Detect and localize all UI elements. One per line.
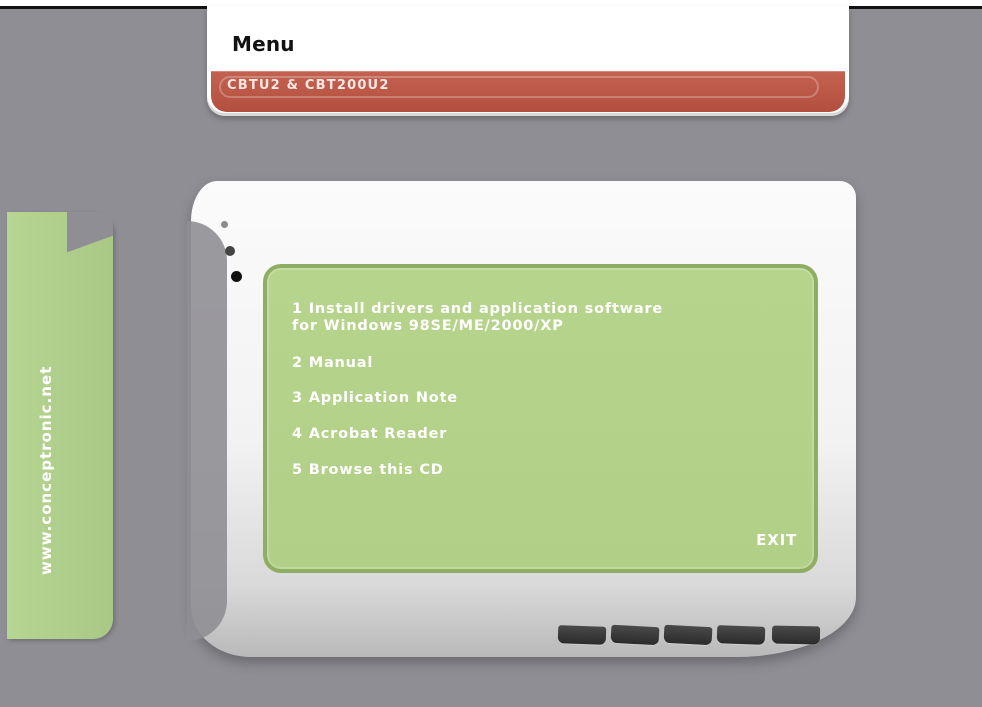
website-url: www.conceptronic.net [37,365,55,575]
device-key [610,624,660,646]
menu-item-browse-cd[interactable]: 5 Browse this CD [292,462,444,479]
indicator-light-icon [221,221,228,228]
menu-screen: 1 Install drivers and application softwa… [263,264,818,573]
model-bar: CBTU2 & CBT200U2 [211,71,845,112]
website-tab: www.conceptronic.net [7,212,113,639]
device-key [771,625,821,645]
device-notch [187,221,227,641]
menu-item-manual[interactable]: 2 Manual [292,355,373,372]
page-title: Menu [232,32,295,56]
menu-item-install-drivers[interactable]: 1 Install drivers and application softwa… [292,301,792,335]
device-key [557,625,607,645]
indicator-light-icon [231,271,242,282]
exit-button[interactable]: EXIT [756,531,797,549]
menu-item-acrobat-reader[interactable]: 4 Acrobat Reader [292,426,447,443]
menu-item-application-note[interactable]: 3 Application Note [292,390,458,407]
device-key [716,625,766,645]
model-label: CBTU2 & CBT200U2 [227,78,390,93]
app-background: Menu CBTU2 & CBT200U2 www.conceptronic.n… [0,6,982,707]
header-panel: Menu CBTU2 & CBT200U2 [207,6,849,116]
device-frame: 1 Install drivers and application softwa… [187,181,856,657]
indicator-light-icon [225,246,235,256]
device-key [663,624,713,646]
